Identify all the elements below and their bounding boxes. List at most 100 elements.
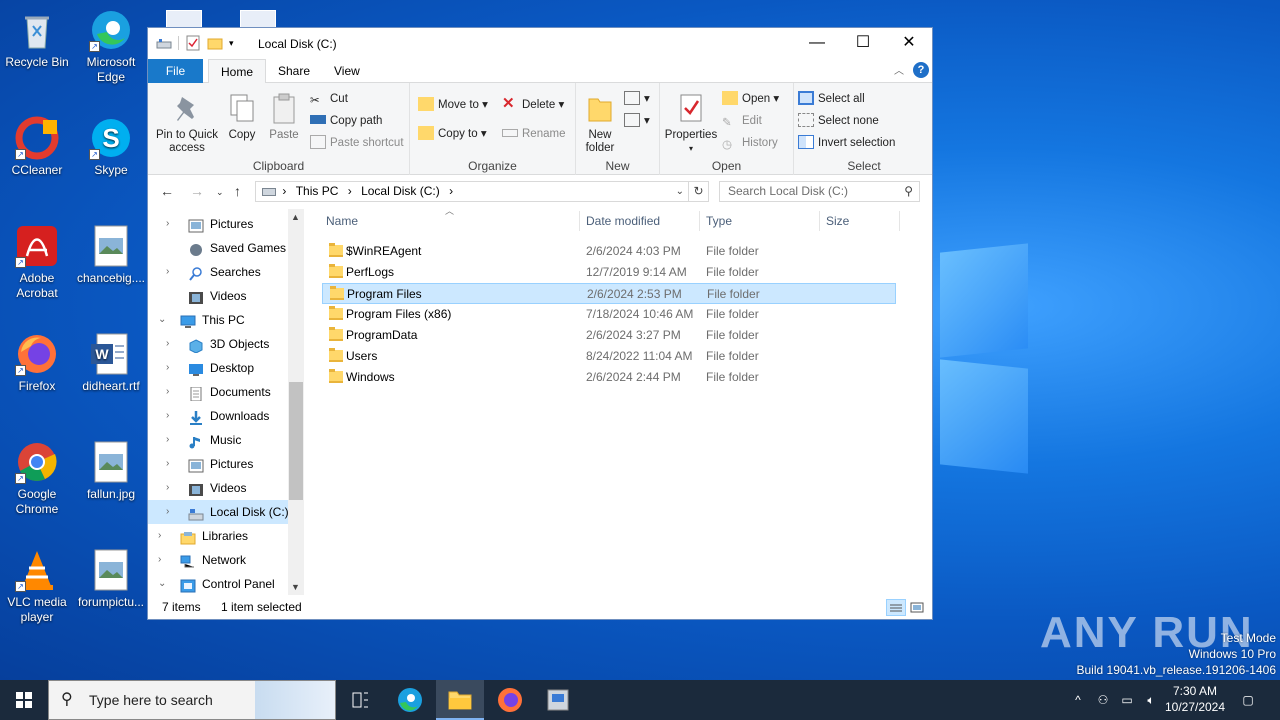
desktop-icon-skype[interactable]: S ↗ Skype (74, 116, 148, 178)
details-view-button[interactable] (886, 599, 906, 616)
help-icon[interactable]: ? (913, 62, 929, 78)
paste-button[interactable]: Paste (264, 93, 304, 142)
nav-item-pictures[interactable]: › Pictures (148, 212, 288, 236)
new-folder-icon[interactable] (207, 35, 223, 51)
refresh-button[interactable]: ↻ (689, 181, 709, 202)
expand-chevron-icon[interactable]: › (166, 476, 176, 500)
recent-locations-chevron-icon[interactable]: ⌄ (216, 187, 224, 198)
new-folder-button[interactable]: New folder (580, 93, 620, 155)
nav-item-desktop[interactable]: › Desktop (148, 356, 288, 380)
history-button[interactable]: ◷ History (722, 133, 778, 153)
column-size[interactable]: Size (826, 209, 849, 233)
task-view-button[interactable] (336, 680, 384, 720)
breadcrumb-this-pc[interactable]: This PC (296, 184, 339, 198)
nav-item-searches[interactable]: › Searches (148, 260, 288, 284)
customize-chevron-icon[interactable]: ▾ (229, 35, 239, 51)
column-type[interactable]: Type (706, 209, 732, 233)
taskbar-file-explorer[interactable] (436, 680, 484, 720)
move-to-button[interactable]: Move to ▾ (418, 95, 488, 115)
open-button[interactable]: Open ▾ (722, 89, 779, 109)
tab-view[interactable]: View (322, 59, 372, 83)
properties-icon[interactable] (185, 35, 201, 51)
nav-item-network[interactable]: › Network (148, 548, 288, 572)
file-row[interactable]: Users 8/24/2022 11:04 AM File folder (322, 346, 896, 367)
copy-path-button[interactable]: Copy path (310, 111, 382, 131)
edit-button[interactable]: ✎ Edit (722, 111, 762, 131)
file-row[interactable]: Program Files (x86) 7/18/2024 10:46 AM Fil… (322, 304, 896, 325)
collapse-ribbon-icon[interactable]: ︿ (894, 62, 904, 77)
breadcrumb-local-disk[interactable]: Local Disk (C:) (361, 184, 440, 198)
pin-to-quick-access-button[interactable]: Pin to Quick access (152, 93, 222, 155)
desktop-icon-recycle-bin[interactable]: Recycle Bin (0, 8, 74, 70)
tab-share[interactable]: Share (266, 59, 322, 83)
select-none-button[interactable]: Select none (798, 111, 879, 131)
close-button[interactable]: ✕ (886, 28, 932, 58)
volume-icon[interactable]: 🔈︎ (1142, 680, 1160, 720)
column-name[interactable]: Name (326, 209, 358, 233)
nav-item-libraries[interactable]: › Libraries (148, 524, 288, 548)
file-row[interactable]: Program Files 2/6/2024 2:53 PM File folder (322, 283, 896, 304)
file-row[interactable]: PerfLogs 12/7/2019 9:14 AM File folder (322, 262, 896, 283)
large-icons-view-button[interactable] (908, 599, 928, 616)
network-status-icon[interactable]: ⚇ (1094, 680, 1112, 720)
column-date-modified[interactable]: Date modified (586, 209, 660, 233)
delete-button[interactable]: ✕ Delete ▾ (502, 95, 564, 115)
expand-chevron-icon[interactable]: › (166, 356, 176, 380)
properties-dropdown-icon[interactable]: ▾ (664, 142, 718, 155)
nav-item-this-pc[interactable]: ⌄ This PC (148, 308, 288, 332)
file-row[interactable]: ProgramData 2/6/2024 3:27 PM File folder (322, 325, 896, 346)
nav-item-control-panel[interactable]: ⌄ Control Panel (148, 572, 288, 595)
title-bar[interactable]: ▾ Local Disk (C:) — ☐ ✕ (148, 28, 932, 59)
paste-shortcut-button[interactable]: Paste shortcut (310, 133, 404, 153)
desktop-icon-didheart[interactable]: W didheart.rtf (74, 332, 148, 394)
nav-scrollbar[interactable]: ▲ ▼ (288, 209, 304, 595)
scrollbar-thumb[interactable] (289, 382, 303, 500)
address-bar[interactable]: › This PC › Local Disk (C:) › ⌄ (255, 181, 689, 202)
taskbar-firefox[interactable] (486, 680, 534, 720)
scroll-down-icon[interactable]: ▼ (291, 582, 300, 592)
nav-item-documents[interactable]: › Documents (148, 380, 288, 404)
up-button[interactable]: ↑ (234, 183, 241, 199)
desktop-icon-acrobat[interactable]: ↗ Adobe Acrobat (0, 224, 74, 301)
maximize-button[interactable]: ☐ (840, 28, 886, 58)
nav-item-music[interactable]: › Music (148, 428, 288, 452)
back-button[interactable]: ← (160, 183, 174, 199)
desktop-icon-chrome[interactable]: ↗ Google Chrome (0, 440, 74, 517)
desktop-icon-ccleaner[interactable]: ↗ CCleaner (0, 116, 74, 178)
file-row[interactable]: $WinREAgent 2/6/2024 4:03 PM File folder (322, 241, 896, 262)
desktop-icon-forumpictu[interactable]: forumpictu... (74, 548, 148, 610)
easy-access-button[interactable]: ▾ (624, 111, 650, 131)
expand-chevron-icon[interactable]: › (166, 404, 176, 428)
nav-item-3d-objects[interactable]: › 3D Objects (148, 332, 288, 356)
select-all-button[interactable]: Select all (798, 89, 865, 109)
start-button[interactable] (0, 680, 48, 720)
expand-chevron-icon[interactable]: › (166, 332, 176, 356)
nav-item-videos[interactable]: › Videos (148, 476, 288, 500)
cut-button[interactable]: ✂ Cut (310, 89, 348, 109)
taskbar-edge[interactable] (386, 680, 434, 720)
forward-button[interactable]: → (190, 183, 204, 199)
desktop-icon-fallun[interactable]: fallun.jpg (74, 440, 148, 502)
scroll-up-icon[interactable]: ▲ (291, 212, 300, 222)
minimize-button[interactable]: — (794, 28, 840, 58)
rename-button[interactable]: Rename (502, 124, 565, 144)
notifications-icon[interactable]: ▢ (1238, 680, 1258, 720)
desktop-icon-firefox[interactable]: ↗ Firefox (0, 332, 74, 394)
expand-chevron-icon[interactable]: › (166, 500, 176, 524)
desktop-icon-edge[interactable]: ↗ Microsoft Edge (74, 8, 148, 85)
show-hidden-icons-chevron-icon[interactable]: ^ (1070, 680, 1086, 720)
expand-chevron-icon[interactable]: › (158, 524, 168, 548)
taskbar-search-box[interactable]: ⚲ Type here to search (48, 680, 336, 720)
tab-file[interactable]: File (148, 59, 203, 83)
file-row[interactable]: Windows 2/6/2024 2:44 PM File folder (322, 367, 896, 388)
desktop-icon-chancebig[interactable]: chancebig.... (74, 224, 148, 286)
nav-item-pictures[interactable]: › Pictures (148, 452, 288, 476)
properties-button[interactable]: Properties ▾ (664, 93, 718, 155)
desktop-icon-vlc[interactable]: ↗ VLC media player (0, 548, 74, 625)
display-icon[interactable]: ▭ (1118, 680, 1136, 720)
expand-chevron-icon[interactable]: › (166, 452, 176, 476)
invert-selection-button[interactable]: Invert selection (798, 133, 895, 153)
nav-item-videos[interactable]: Videos (148, 284, 288, 308)
expand-chevron-icon[interactable]: › (166, 380, 176, 404)
address-dropdown-icon[interactable]: ⌄ (676, 182, 684, 201)
